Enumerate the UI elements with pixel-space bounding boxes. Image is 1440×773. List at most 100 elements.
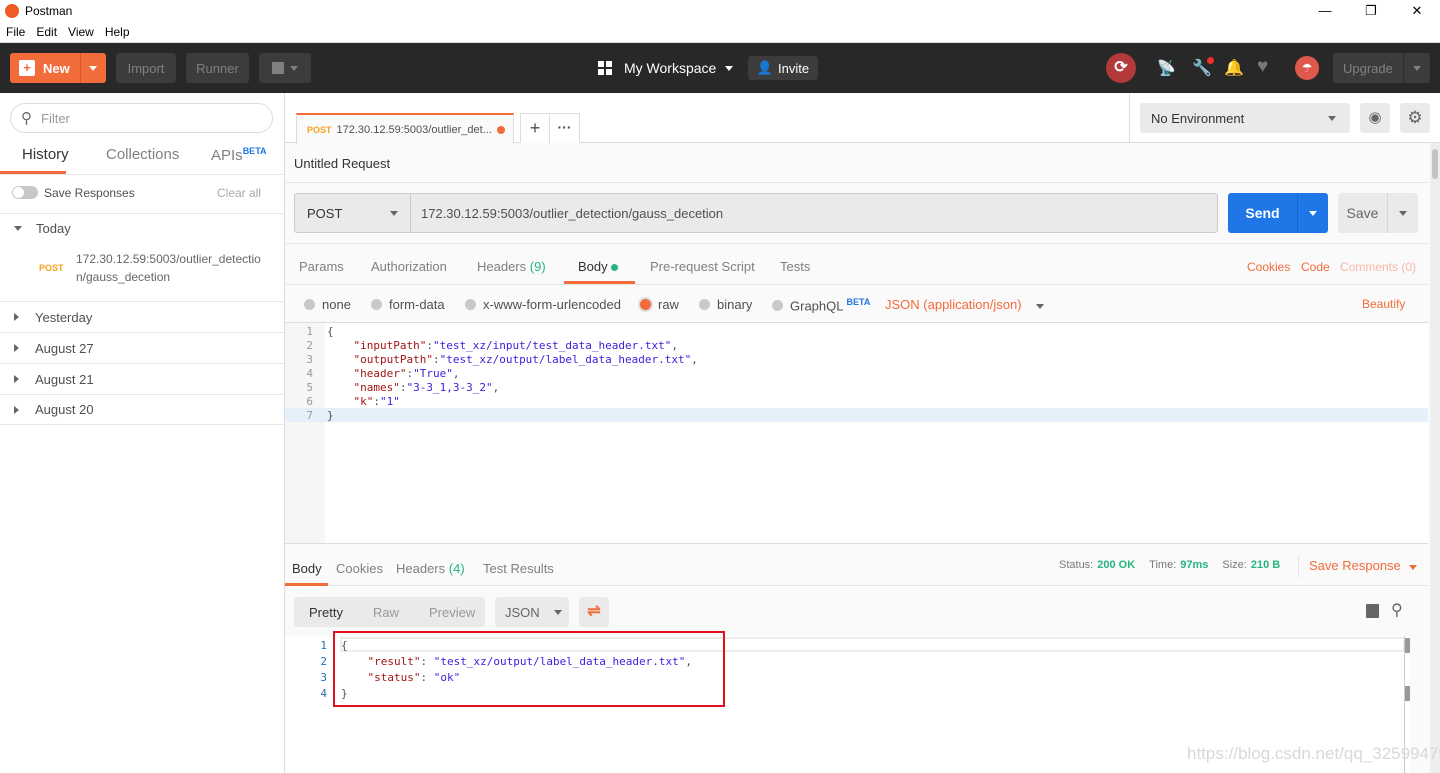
line-number: 2	[320, 655, 327, 668]
filter-input[interactable]: ⚲ Filter	[10, 103, 273, 133]
main-scrollbar[interactable]	[1430, 143, 1440, 773]
save-responses-toggle[interactable]	[12, 186, 38, 199]
bell-icon[interactable]: 🔔	[1224, 58, 1244, 78]
request-body-editor[interactable]: 1{2 "inputPath":"test_xz/input/test_data…	[285, 322, 1428, 544]
satellite-icon[interactable]: 📡	[1157, 59, 1176, 77]
wrap-lines-icon[interactable]: ⇌	[579, 597, 609, 627]
tab-params[interactable]: Params	[299, 259, 344, 274]
tab-history[interactable]: History	[22, 146, 69, 163]
search-icon: ⚲	[21, 110, 32, 127]
code-token: "1"	[379, 395, 400, 408]
code-line: 1{	[285, 325, 698, 339]
cookies-link[interactable]: Cookies	[1247, 260, 1290, 274]
code-token: "inputPath"	[327, 339, 427, 352]
code-token: "k"	[327, 395, 374, 408]
invite-button[interactable]: 👤 Invite	[748, 56, 818, 80]
tab-headers[interactable]: Headers (9)	[477, 259, 546, 274]
new-window-icon	[272, 62, 284, 74]
environment-select[interactable]: No Environment	[1140, 103, 1350, 133]
body-type-binary[interactable]: binary	[699, 297, 752, 312]
tab-tests[interactable]: Tests	[780, 259, 810, 274]
title-bar: Postman — ❐ ✕	[0, 0, 1440, 22]
group-august-27[interactable]: August 27	[0, 332, 284, 363]
body-type-raw[interactable]: raw	[640, 297, 679, 312]
line-number: 3	[306, 353, 313, 366]
line-number: 1	[320, 639, 327, 652]
status-dot-icon	[611, 264, 619, 271]
beautify-button[interactable]: Beautify	[1362, 297, 1405, 311]
request-tab[interactable]: POST 172.30.12.59:5003/outlier_det...	[296, 113, 514, 144]
menu-edit[interactable]: Edit	[30, 22, 62, 42]
add-user-icon: 👤	[756, 60, 774, 75]
new-button[interactable]: + New	[10, 53, 106, 83]
heart-icon[interactable]: ♥	[1257, 56, 1268, 78]
app-header: + New Import Runner My Workspace 👤 Invite…	[0, 43, 1440, 93]
line-number: 4	[306, 367, 313, 380]
tab-collections[interactable]: Collections	[106, 146, 179, 163]
postman-logo-icon	[5, 4, 19, 18]
group-today[interactable]: Today	[0, 213, 284, 243]
body-type-graphql[interactable]: GraphQL BETA	[772, 297, 870, 313]
response-tab-headers[interactable]: Headers (4)	[396, 561, 465, 576]
method-select[interactable]: POST	[295, 194, 411, 232]
body-type-urlencoded[interactable]: x-www-form-urlencoded	[465, 297, 621, 312]
code-token: :	[373, 395, 380, 408]
code-line: 4 "header":"True",	[285, 367, 698, 381]
code-token: "True"	[413, 367, 453, 380]
format-select[interactable]: JSON	[495, 597, 569, 627]
avatar[interactable]: ☂	[1295, 56, 1319, 80]
save-button[interactable]: Save	[1338, 193, 1418, 233]
code-token: }	[327, 409, 334, 422]
group-yesterday[interactable]: Yesterday	[0, 301, 284, 332]
line-number: 1	[306, 325, 313, 338]
minimize-button[interactable]: —	[1302, 0, 1348, 22]
maximize-button[interactable]: ❐	[1348, 0, 1394, 22]
menu-view[interactable]: View	[62, 22, 99, 42]
upgrade-button[interactable]: Upgrade	[1333, 53, 1430, 83]
raw-button[interactable]: Raw	[373, 605, 399, 620]
status-badge: 200 OK	[1097, 559, 1136, 571]
eye-icon[interactable]: ◉	[1360, 103, 1390, 133]
response-tab-cookies[interactable]: Cookies	[336, 561, 383, 576]
gear-icon[interactable]: ⚙	[1400, 103, 1430, 133]
new-dropdown-icon[interactable]	[89, 65, 97, 71]
code-line: 3 "outputPath":"test_xz/output/label_dat…	[285, 353, 698, 367]
sync-icon[interactable]: ⟳	[1106, 53, 1136, 83]
history-item[interactable]: POST 172.30.12.59:5003/outlier_detectio n…	[0, 243, 284, 301]
search-icon[interactable]: ⚲	[1391, 600, 1403, 620]
add-tab-button[interactable]: +	[521, 114, 551, 143]
tab-body[interactable]: Body	[578, 259, 619, 274]
body-type-form-data[interactable]: form-data	[371, 297, 445, 312]
menu-help[interactable]: Help	[99, 22, 135, 42]
wrench-icon[interactable]: 🔧	[1192, 57, 1214, 78]
scrollbar-thumb[interactable]	[1405, 638, 1410, 653]
grid-icon	[598, 61, 612, 75]
menu-file[interactable]: File	[0, 22, 30, 42]
response-tab-body[interactable]: Body	[292, 561, 322, 576]
new-window-button[interactable]	[259, 53, 311, 83]
copy-icon[interactable]	[1366, 604, 1379, 618]
group-august-20[interactable]: August 20	[0, 394, 284, 425]
tab-apis[interactable]: APIsBETA	[211, 146, 267, 164]
send-button[interactable]: Send	[1228, 193, 1328, 233]
response-tab-test-results[interactable]: Test Results	[483, 561, 554, 576]
close-button[interactable]: ✕	[1394, 0, 1440, 22]
content-type-select[interactable]: JSON (application/json)	[885, 297, 1044, 312]
comments-link[interactable]: Comments (0)	[1340, 260, 1416, 274]
clear-all-button[interactable]: Clear all	[217, 186, 261, 200]
tab-authorization[interactable]: Authorization	[371, 259, 447, 274]
runner-button[interactable]: Runner	[186, 53, 249, 83]
group-august-21[interactable]: August 21	[0, 363, 284, 394]
import-button[interactable]: Import	[116, 53, 176, 83]
url-input[interactable]: 172.30.12.59:5003/outlier_detection/gaus…	[411, 194, 1217, 232]
line-number: 6	[306, 395, 313, 408]
pretty-button[interactable]: Pretty	[309, 605, 343, 620]
workspace-switcher[interactable]: My Workspace	[598, 60, 734, 76]
tab-pre-request-script[interactable]: Pre-request Script	[650, 259, 755, 274]
code-token: :	[426, 339, 433, 352]
code-link[interactable]: Code	[1301, 260, 1330, 274]
more-tabs-button[interactable]: ···	[550, 114, 579, 143]
save-response-button[interactable]: Save Response	[1309, 558, 1417, 573]
body-type-none[interactable]: none	[304, 297, 351, 312]
preview-button[interactable]: Preview	[429, 605, 475, 620]
